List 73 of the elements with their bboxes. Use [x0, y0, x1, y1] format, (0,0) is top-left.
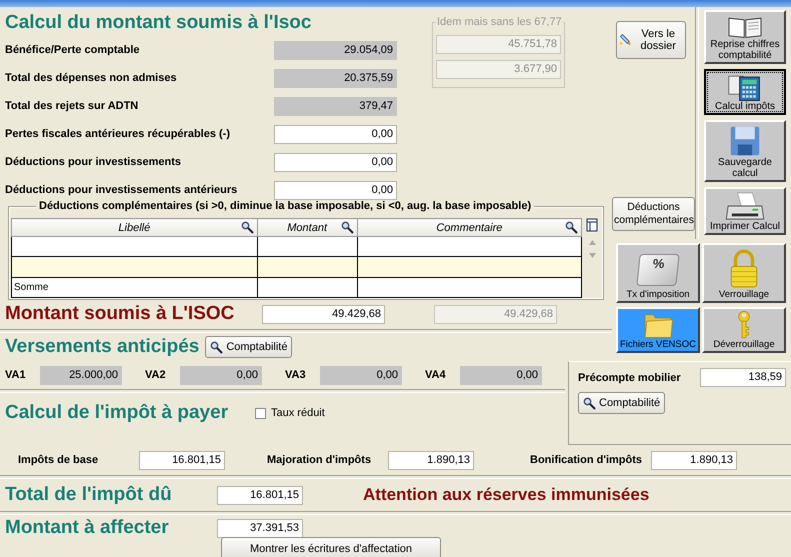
- value-field[interactable]: 0,00: [274, 180, 397, 200]
- accounting-button[interactable]: Comptabilité: [578, 392, 666, 414]
- value-field[interactable]: 0,00: [460, 366, 542, 384]
- checkbox-label: Taux réduit: [271, 407, 325, 419]
- field-label: Total des rejets sur ADTN: [5, 100, 140, 112]
- field-label: Pertes fiscales antérieures récupérables (-): [5, 128, 232, 140]
- value-field[interactable]: 25.000,00: [40, 366, 122, 384]
- table-row[interactable]: [12, 256, 582, 278]
- value-field[interactable]: 37.391,53: [217, 518, 303, 538]
- value-field[interactable]: 16.801,15: [139, 450, 225, 470]
- folder-button[interactable]: Vers le dossier: [616, 21, 686, 59]
- magnifier-icon: [210, 340, 224, 354]
- value-field[interactable]: 0,00: [320, 366, 402, 384]
- section-title: Total de l'impôt dû: [5, 483, 173, 507]
- section-title: Calcul de l'impôt à payer: [5, 401, 230, 425]
- book-icon: [726, 15, 764, 39]
- warning-text: Attention aux réserves immunisées: [363, 485, 650, 505]
- toolbar-button[interactable]: Verrouillage: [702, 243, 786, 303]
- field-label: VA1: [5, 369, 27, 381]
- value-field[interactable]: 49.429,68: [262, 304, 385, 324]
- column-chooser-icon: [586, 218, 598, 232]
- toolbar-button[interactable]: Sauvegarde calcul: [704, 120, 786, 182]
- show-entries-button[interactable]: Montrer les écritures d'affectation: [221, 537, 441, 557]
- toolbar-button[interactable]: % Tx d'imposition: [616, 243, 700, 303]
- toolbar-button[interactable]: Fichiers VENSOC: [616, 307, 700, 353]
- printer-icon: [723, 191, 767, 221]
- value-field[interactable]: 0,00: [274, 152, 397, 172]
- value-field[interactable]: 0,00: [274, 124, 397, 144]
- field-label: Déductions pour investissements antérieurs: [5, 184, 238, 196]
- field-label: Bénéfice/Perte comptable: [5, 44, 140, 56]
- checkbox[interactable]: [255, 408, 266, 418]
- field-label: VA3: [285, 369, 307, 381]
- field-label: VA4: [425, 369, 447, 381]
- value-field[interactable]: 16.801,15: [217, 486, 303, 504]
- column-header[interactable]: Commentaire: [357, 218, 582, 237]
- field-label: Majoration d'impôts: [267, 454, 372, 466]
- magnifier-icon: [240, 221, 254, 234]
- field-label: Précompte mobilier: [578, 372, 682, 384]
- section-title: Versements anticipés: [5, 335, 200, 359]
- value-field[interactable]: 379,47: [274, 96, 397, 116]
- column-header[interactable]: Libellé: [12, 218, 258, 237]
- keyboard-key-icon: %: [636, 254, 680, 286]
- field-label: Impôts de base: [18, 454, 100, 466]
- scroll-up-icon[interactable]: [588, 240, 596, 245]
- value-field[interactable]: 0,00: [180, 366, 262, 384]
- section-title: Calcul du montant soumis à l'Isoc: [5, 11, 312, 35]
- value-field[interactable]: 29.054,09: [274, 40, 397, 60]
- toolbar-button[interactable]: Reprise chiffres comptabilité: [704, 10, 786, 64]
- table-cell: Somme: [14, 282, 48, 293]
- value-field[interactable]: 1.890,13: [388, 450, 474, 470]
- toolbar-button[interactable]: Déverrouillage: [702, 307, 786, 353]
- magnifier-icon: [583, 396, 596, 410]
- value-field[interactable]: 20.375,59: [274, 68, 397, 88]
- toolbar-button[interactable]: Calcul impôts: [704, 69, 786, 115]
- scroll-down-icon[interactable]: [588, 253, 596, 258]
- section-title: Montant à affecter: [5, 516, 170, 540]
- toolbar-button[interactable]: Imprimer Calcul: [704, 187, 786, 235]
- field-label: VA2: [145, 369, 167, 381]
- table-row[interactable]: Somme: [12, 277, 582, 298]
- value-field[interactable]: 1.890,13: [651, 450, 737, 470]
- total-label: Montant soumis à L'ISOC: [5, 303, 236, 325]
- deductions-button[interactable]: Déductions complémentaires: [612, 197, 695, 231]
- accounting-button[interactable]: Comptabilité: [205, 336, 292, 358]
- field-label: Déductions pour investissements: [5, 156, 182, 168]
- value-field[interactable]: 138,59: [700, 368, 786, 387]
- field-label: Total des dépenses non admises: [5, 72, 178, 84]
- column-header[interactable]: Montant: [257, 218, 358, 237]
- magnifier-icon: [565, 221, 578, 234]
- magnifier-icon: [340, 221, 354, 234]
- group-title: Idem mais sans les 67,77: [436, 16, 563, 28]
- field-label: Bonification d'impôts: [530, 454, 643, 466]
- group-title: Déductions complémentaires (si >0, diminue la base imposable, si <0, aug. la base imposable): [36, 200, 534, 212]
- calculator-icon: [727, 73, 763, 101]
